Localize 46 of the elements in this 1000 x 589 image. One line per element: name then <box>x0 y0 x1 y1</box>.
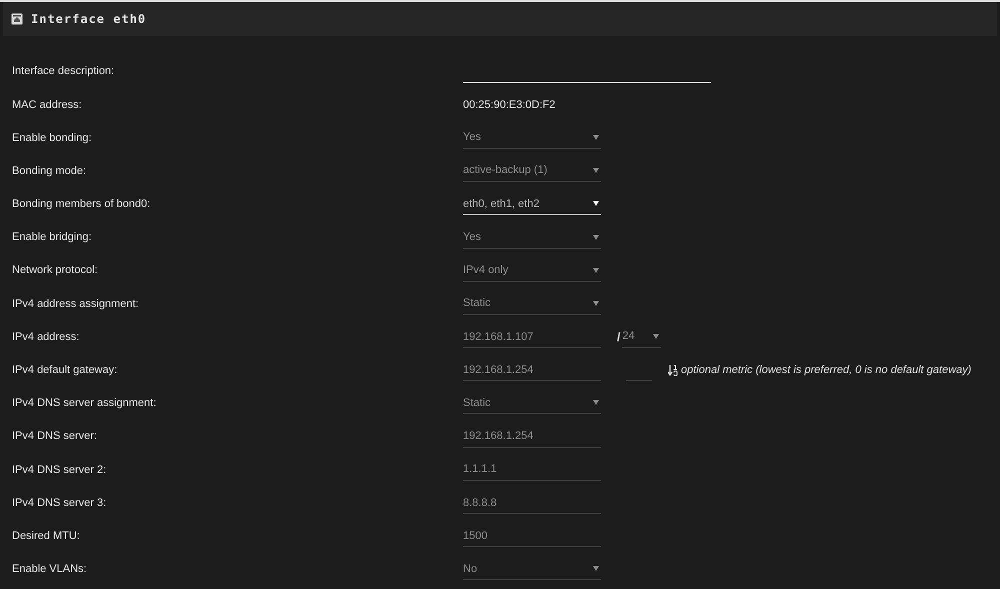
dropdown[interactable]: active-backup (1) <box>463 160 601 182</box>
field-label: IPv4 DNS server assignment: <box>11 396 158 412</box>
field-label: IPv4 default gateway: <box>11 363 118 378</box>
mac-address-value: 00:25:90:E3:0D:F2 <box>463 98 556 113</box>
caret-icon <box>653 334 660 340</box>
sort-numeric-icon <box>668 364 678 376</box>
field-label: IPv4 address assignment: <box>11 296 140 312</box>
caret-icon <box>593 566 599 572</box>
dropdown[interactable]: Yes <box>463 126 601 149</box>
field-label: MAC address: <box>11 98 83 113</box>
field-label: Network protocol: <box>11 263 99 278</box>
caret-icon <box>593 268 599 273</box>
field-label: Enable bonding: <box>11 130 93 146</box>
field-label: Interface description: <box>11 64 116 80</box>
input-field[interactable]: 1500 <box>463 525 601 548</box>
field-label: Bonding members of bond0: <box>11 197 152 212</box>
caret-icon <box>593 168 599 174</box>
input-field[interactable]: 192.168.1.254 <box>463 359 601 382</box>
metric-hint: optional metric (lowest is preferred, 0 is no default gateway) <box>681 363 972 378</box>
field-label: IPv4 address: <box>11 330 80 345</box>
field-label: Bonding mode: <box>11 164 87 179</box>
field-label: Desired MTU: <box>11 528 81 544</box>
input-field[interactable]: 1.1.1.1 <box>463 458 601 481</box>
input-field[interactable]: 192.168.1.254 <box>463 426 601 448</box>
slash-separator: / <box>617 329 620 346</box>
caret-icon <box>593 134 599 140</box>
caret-icon <box>593 400 599 406</box>
dropdown[interactable]: Static <box>463 392 601 414</box>
field-label: Enable VLANs: <box>11 562 88 578</box>
input-field[interactable]: 8.8.8.8 <box>463 492 601 514</box>
dropdown[interactable]: Static <box>463 292 601 315</box>
dropdown[interactable]: Yes <box>463 226 601 249</box>
caret-icon <box>593 201 599 206</box>
prefix-dropdown[interactable]: 24 <box>622 326 662 348</box>
field-label: Enable bridging: <box>11 230 93 246</box>
caret-icon <box>593 300 599 306</box>
caret-icon <box>593 234 599 240</box>
dropdown[interactable]: eth0, eth1, eth2 <box>463 193 601 216</box>
field-label: IPv4 DNS server: <box>11 429 98 444</box>
field-label: IPv4 DNS server 3: <box>11 496 108 511</box>
input-field[interactable]: 192.168.1.107 <box>463 326 601 348</box>
field-label: IPv4 DNS server 2: <box>11 462 108 478</box>
dropdown[interactable]: IPv4 only <box>463 260 601 282</box>
network-icon <box>11 13 23 25</box>
panel-title: Interface eth0 <box>31 11 146 28</box>
dropdown[interactable]: No <box>463 558 601 580</box>
